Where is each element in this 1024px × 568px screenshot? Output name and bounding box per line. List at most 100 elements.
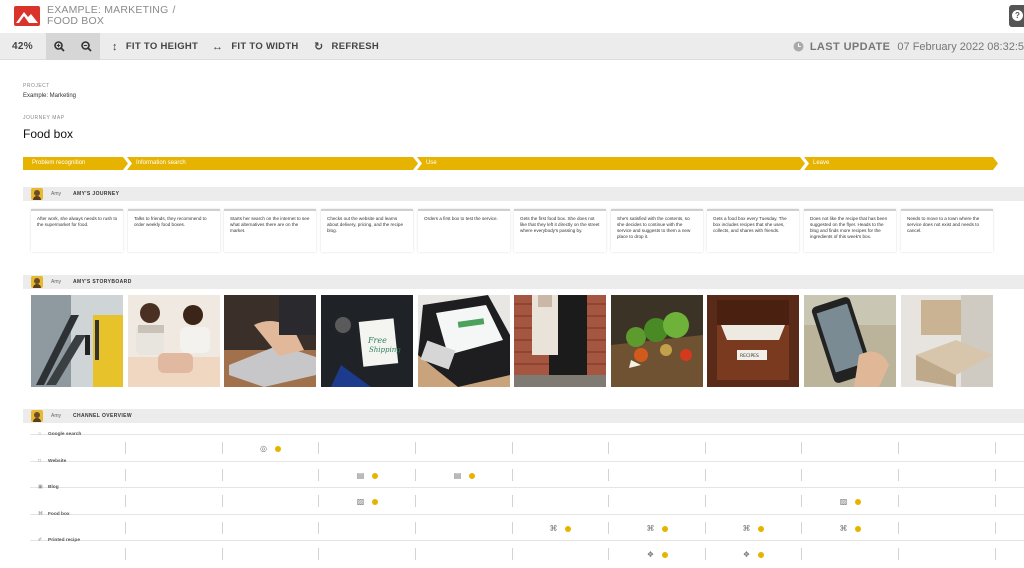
phase-leave[interactable]: Leave [804, 157, 998, 170]
channel-label: Printed recipe [48, 538, 80, 543]
journey-card[interactable]: Talks to friends, they recommend to orde… [128, 209, 220, 252]
column-divider [705, 442, 706, 454]
storyboard-image-tablet[interactable] [418, 295, 510, 387]
google-icon[interactable]: ◎ [259, 444, 268, 453]
column-divider [801, 442, 802, 454]
journey-card[interactable]: Gets the first food box. She does not li… [514, 209, 606, 252]
tag-icon[interactable]: ❖ [646, 550, 655, 559]
column-divider [608, 442, 609, 454]
cart-icon[interactable]: ⌘ [549, 524, 558, 533]
column-divider [318, 521, 319, 534]
blog-icon[interactable]: ▨ [839, 497, 848, 506]
column-divider [608, 548, 609, 560]
last-update: LAST UPDATE 07 February 2022 08:32:5 [793, 33, 1024, 60]
journey-map-title: Food box [23, 127, 74, 141]
svg-text:Free: Free [367, 336, 387, 345]
journey-card[interactable]: Needs to move to a town where the servic… [901, 209, 993, 252]
channel-touchpoint-dot[interactable] [855, 525, 861, 532]
storyboard-image-staircase[interactable] [31, 295, 123, 387]
avatar [31, 276, 43, 288]
column-divider [318, 548, 319, 560]
column-divider [125, 468, 126, 481]
channel-touchpoint-dot[interactable] [565, 525, 571, 532]
storyboard-image-boxes[interactable] [901, 295, 993, 387]
column-divider [898, 548, 899, 560]
zoom-in-icon [54, 41, 65, 52]
column-divider [512, 548, 513, 560]
vertical-arrows-icon: ↕ [112, 40, 118, 53]
refresh-button[interactable]: ↻ REFRESH [314, 33, 379, 60]
storyboard-image-laptop[interactable] [224, 295, 316, 387]
top-header: EXAMPLE: MARKETING / FOOD BOX ? [0, 0, 1024, 33]
channel-touchpoint-dot[interactable] [469, 472, 475, 479]
column-divider [801, 495, 802, 507]
column-divider [608, 495, 609, 507]
horizontal-arrows-icon: ↔ [212, 40, 224, 53]
project-label: PROJECT [23, 83, 50, 89]
channel-row-divider [30, 513, 1024, 515]
browser-icon[interactable]: ▤ [356, 471, 365, 480]
column-divider [222, 548, 223, 560]
channel-touchpoint-dot[interactable] [275, 446, 281, 452]
lane-header-storyboard[interactable]: Amy AMY'S STORYBOARD [23, 275, 1024, 289]
journey-card[interactable]: Orders a first box to test the service. [418, 209, 510, 252]
journey-card[interactable]: Starts her search on the internet to see… [224, 209, 316, 252]
zoom-out-button[interactable] [73, 33, 100, 60]
column-divider [125, 442, 126, 454]
channel-touchpoint-dot[interactable] [662, 525, 668, 532]
blog-icon[interactable]: ▨ [356, 497, 365, 506]
channel-touchpoint-dot[interactable] [758, 525, 764, 532]
storyboard-image-doorstep[interactable] [514, 295, 606, 387]
tag-icon[interactable]: ❖ [742, 550, 751, 559]
cart-icon[interactable]: ⌘ [839, 524, 848, 533]
channel-touchpoint-dot[interactable] [855, 499, 861, 505]
storyboard-image-phone[interactable] [804, 295, 896, 387]
channel-row-divider [30, 460, 1024, 462]
lane-person: Amy [51, 413, 61, 419]
phase-problem-recognition[interactable]: Problem recognition [23, 157, 128, 170]
lane-header-journey[interactable]: Amy AMY'S JOURNEY [23, 187, 1024, 201]
fit-to-width-button[interactable]: ↔ FIT TO WIDTH [212, 33, 299, 60]
phase-information-search[interactable]: Information search [127, 157, 418, 170]
channel-touchpoint-dot[interactable] [372, 472, 378, 479]
column-divider [995, 521, 996, 534]
channel-touchpoint-dot[interactable] [662, 552, 668, 558]
journey-card[interactable]: Checks out the website and learns about … [321, 209, 413, 252]
journey-card[interactable]: She's satisfied with the contents, so sh… [611, 209, 703, 252]
avatar [31, 410, 43, 422]
column-divider [512, 495, 513, 507]
help-button[interactable]: ? [1009, 5, 1024, 27]
toolbar: 42% ↕ FIT TO HEIGHT ↔ FIT TO WIDTH ↻ REFRES… [0, 33, 1024, 60]
column-divider [222, 442, 223, 454]
zoom-level: 42% [12, 41, 33, 52]
fit-to-height-button[interactable]: ↕ FIT TO HEIGHT [112, 33, 198, 60]
column-divider [125, 548, 126, 560]
zoom-in-button[interactable] [46, 33, 73, 60]
zoom-out-icon [81, 41, 92, 52]
journey-card[interactable]: Does not like the recipe that has been s… [804, 209, 896, 252]
channel-label: Blog [48, 485, 59, 490]
storyboard-image-notebook[interactable]: Free Shipping [321, 295, 413, 387]
channel-touchpoint-dot[interactable] [758, 552, 764, 558]
storyboard-image-friends[interactable] [128, 295, 220, 387]
tag-icon: ✐ [38, 537, 43, 543]
journey-card[interactable]: After work, she always needs to rush to … [31, 209, 123, 252]
cart-icon[interactable]: ⌘ [646, 524, 655, 533]
column-divider [415, 521, 416, 534]
column-divider [125, 495, 126, 507]
app-logo[interactable] [14, 6, 40, 26]
channel-row-divider [30, 487, 1024, 488]
journey-card[interactable]: Gets a food box every Tuesday. The box i… [707, 209, 799, 252]
channel-touchpoint-dot[interactable] [372, 499, 378, 505]
lane-header-channels[interactable]: Amy CHANNEL OVERVIEW [23, 409, 1024, 423]
phase-use[interactable]: Use [417, 157, 805, 170]
cart-icon[interactable]: ⌘ [742, 524, 751, 533]
storyboard-image-recipe-box[interactable]: RECIPES [707, 295, 799, 387]
storyboard-image-vegetables[interactable] [611, 295, 703, 387]
browser-icon[interactable]: ▤ [453, 471, 462, 480]
column-divider [898, 521, 899, 534]
column-divider [608, 521, 609, 534]
svg-text:Shipping: Shipping [369, 346, 401, 354]
channel-label: Food box [48, 511, 70, 517]
column-divider [318, 495, 319, 507]
